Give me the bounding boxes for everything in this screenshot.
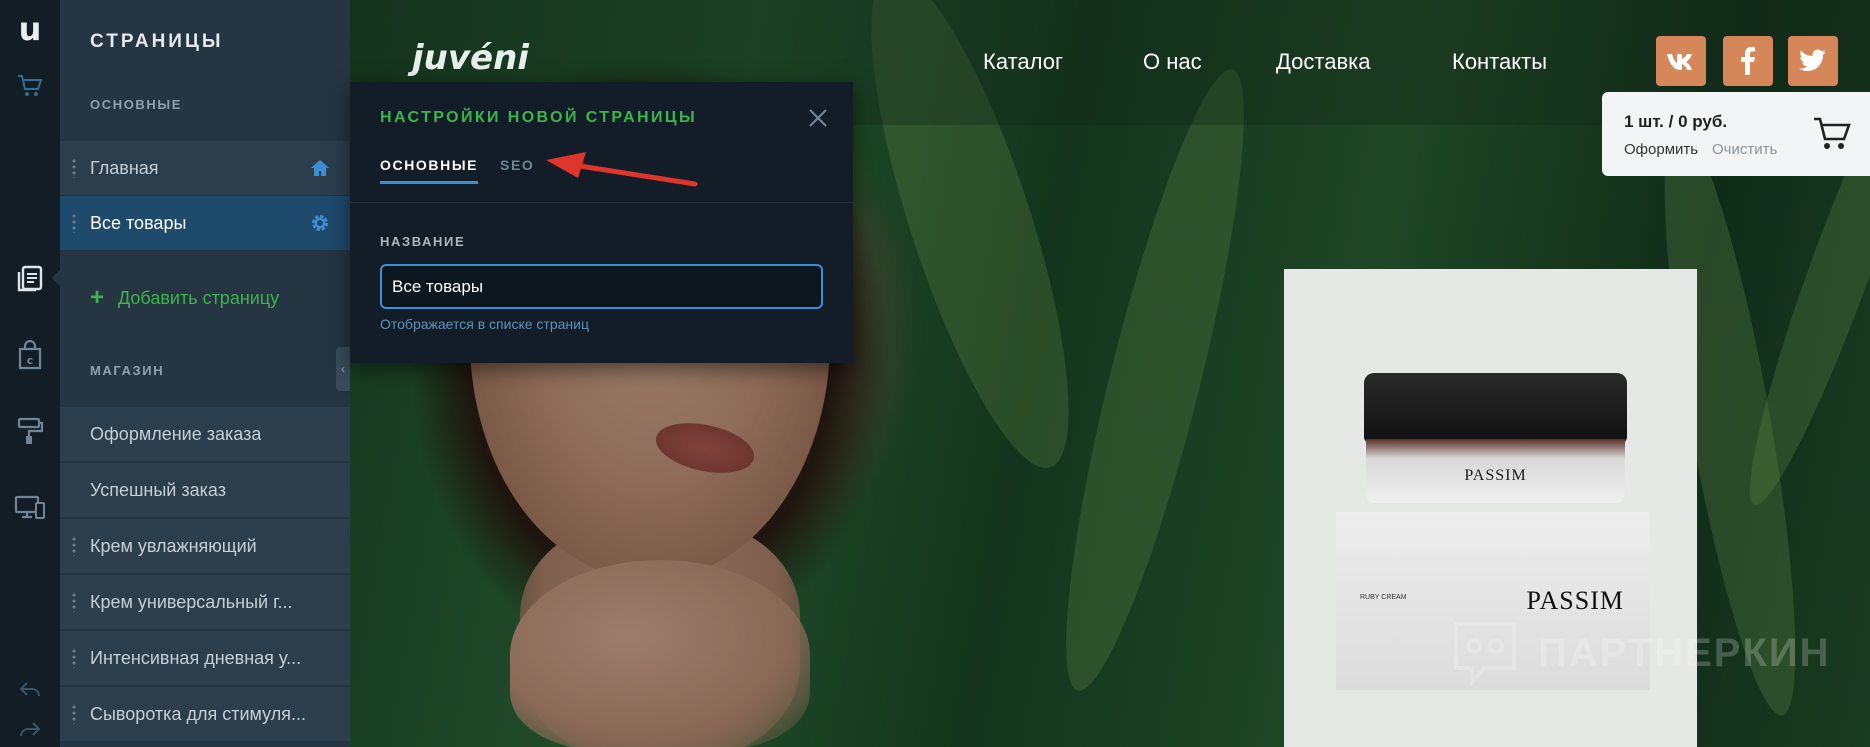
facebook-icon[interactable] [1723,36,1773,86]
section-shop-heading: МАГАЗИН [90,363,165,378]
nav-about[interactable]: О нас [1143,49,1202,75]
svg-text:c: c [27,354,34,367]
tab-seo[interactable]: SEO [500,157,534,173]
page-settings-modal: НАСТРОЙКИ НОВОЙ СТРАНИЦЫ ОСНОВНЫЕ SEO НА… [350,82,853,363]
drag-handle-icon[interactable] [72,536,76,556]
product-jar-label: PASSIM [1464,467,1527,484]
nav-delivery[interactable]: Доставка [1276,49,1370,75]
checkout-link[interactable]: Оформить [1624,141,1698,158]
site-logo[interactable]: juvéni [412,38,529,78]
chevron-left-icon: ‹ [341,362,345,376]
icon-rail: u c [0,0,60,747]
sidebar-item-label: Сыворотка для стимуля... [90,703,306,724]
nav-catalog[interactable]: Каталог [983,49,1063,75]
add-page-label: Добавить страницу [118,287,280,308]
close-icon[interactable] [806,106,830,130]
cart-summary: 1 шт. / 0 руб. [1624,112,1728,131]
drag-handle-icon[interactable] [72,158,76,178]
app-logo: u [18,10,42,48]
sidebar-item-label: Крем увлажняющий [90,535,257,556]
vk-icon[interactable] [1656,36,1706,86]
redo-icon[interactable] [10,710,50,747]
watermark-logo-icon [1454,622,1516,688]
drag-handle-icon[interactable] [72,648,76,668]
pages-sidebar: СТРАНИЦЫ ОСНОВНЫЕ Главная Все товары + Д… [60,0,350,747]
name-field-hint: Отображается в списке страниц [380,316,589,332]
sidebar-item-label: Успешный заказ [90,479,226,500]
modal-title: НАСТРОЙКИ НОВОЙ СТРАНИЦЫ [380,109,698,126]
sidebar-item-label: Крем универсальный г... [90,591,293,612]
section-main-heading: ОСНОВНЫЕ [90,97,182,112]
sidebar-title: СТРАНИЦЫ [90,31,224,52]
sidebar-item-product[interactable]: Крем увлажняющий [60,519,350,573]
sidebar-item-label: Оформление заказа [90,423,262,444]
sidebar-item-label: Интенсивная дневная у... [90,647,302,668]
watermark: ПАРТНЕРКИН [1450,618,1831,688]
clear-cart-link[interactable]: Очистить [1712,141,1777,158]
sidebar-item-order-success[interactable]: Успешный заказ [60,463,350,517]
watermark-text: ПАРТНЕРКИН [1538,630,1831,675]
sidebar-item-checkout[interactable]: Оформление заказа [60,407,350,461]
sidebar-item-home[interactable]: Главная [60,141,350,195]
sidebar-item-product[interactable]: Крем универсальный г... [60,575,350,629]
sidebar-item-product[interactable]: Сыворотка для стимуля... [60,687,350,741]
cart-widget: 1 шт. / 0 руб. Оформить Очистить [1602,92,1870,176]
shop-bag-icon[interactable]: c [10,335,50,375]
undo-icon[interactable] [10,670,50,710]
twitter-icon[interactable] [1788,36,1838,86]
sidebar-item-label: Главная [90,157,159,178]
sidebar-item-product[interactable]: Интенсивная дневная у... [60,631,350,685]
product-jar-lid [1364,373,1627,443]
home-icon [311,160,329,176]
product-jar: PASSIM [1366,439,1625,503]
gear-icon[interactable] [310,213,330,233]
add-page-button[interactable]: + Добавить страницу [90,284,279,312]
paint-roller-icon[interactable] [10,411,50,451]
product-box-subtitle: RUBY CREAM [1360,594,1407,601]
nav-contacts[interactable]: Контакты [1452,49,1547,75]
drag-handle-icon[interactable] [72,213,76,233]
cart-icon[interactable] [1812,116,1852,152]
drag-handle-icon[interactable] [72,704,76,724]
drag-handle-icon[interactable] [72,592,76,612]
sidebar-item-all-products[interactable]: Все товары [60,196,350,250]
name-field-label: НАЗВАНИЕ [380,234,466,249]
app-root: u c СТРАНИЦЫ ОСНОВНЫЕ Главная Все товары… [0,0,1870,747]
sidebar-collapse-button[interactable]: ‹ [336,347,350,391]
product-box-brand: PASSIM [1526,586,1624,615]
plus-icon: + [90,284,105,311]
page-name-input[interactable] [380,264,823,309]
annotation-arrow-icon [546,152,698,187]
sidebar-item-label: Все товары [90,212,187,233]
tab-main[interactable]: ОСНОВНЫЕ [380,157,479,184]
rail-active-notch [52,270,60,286]
modal-divider [350,202,853,203]
pages-icon[interactable] [10,259,50,299]
devices-icon[interactable] [10,487,50,527]
cart-icon[interactable] [10,66,50,106]
